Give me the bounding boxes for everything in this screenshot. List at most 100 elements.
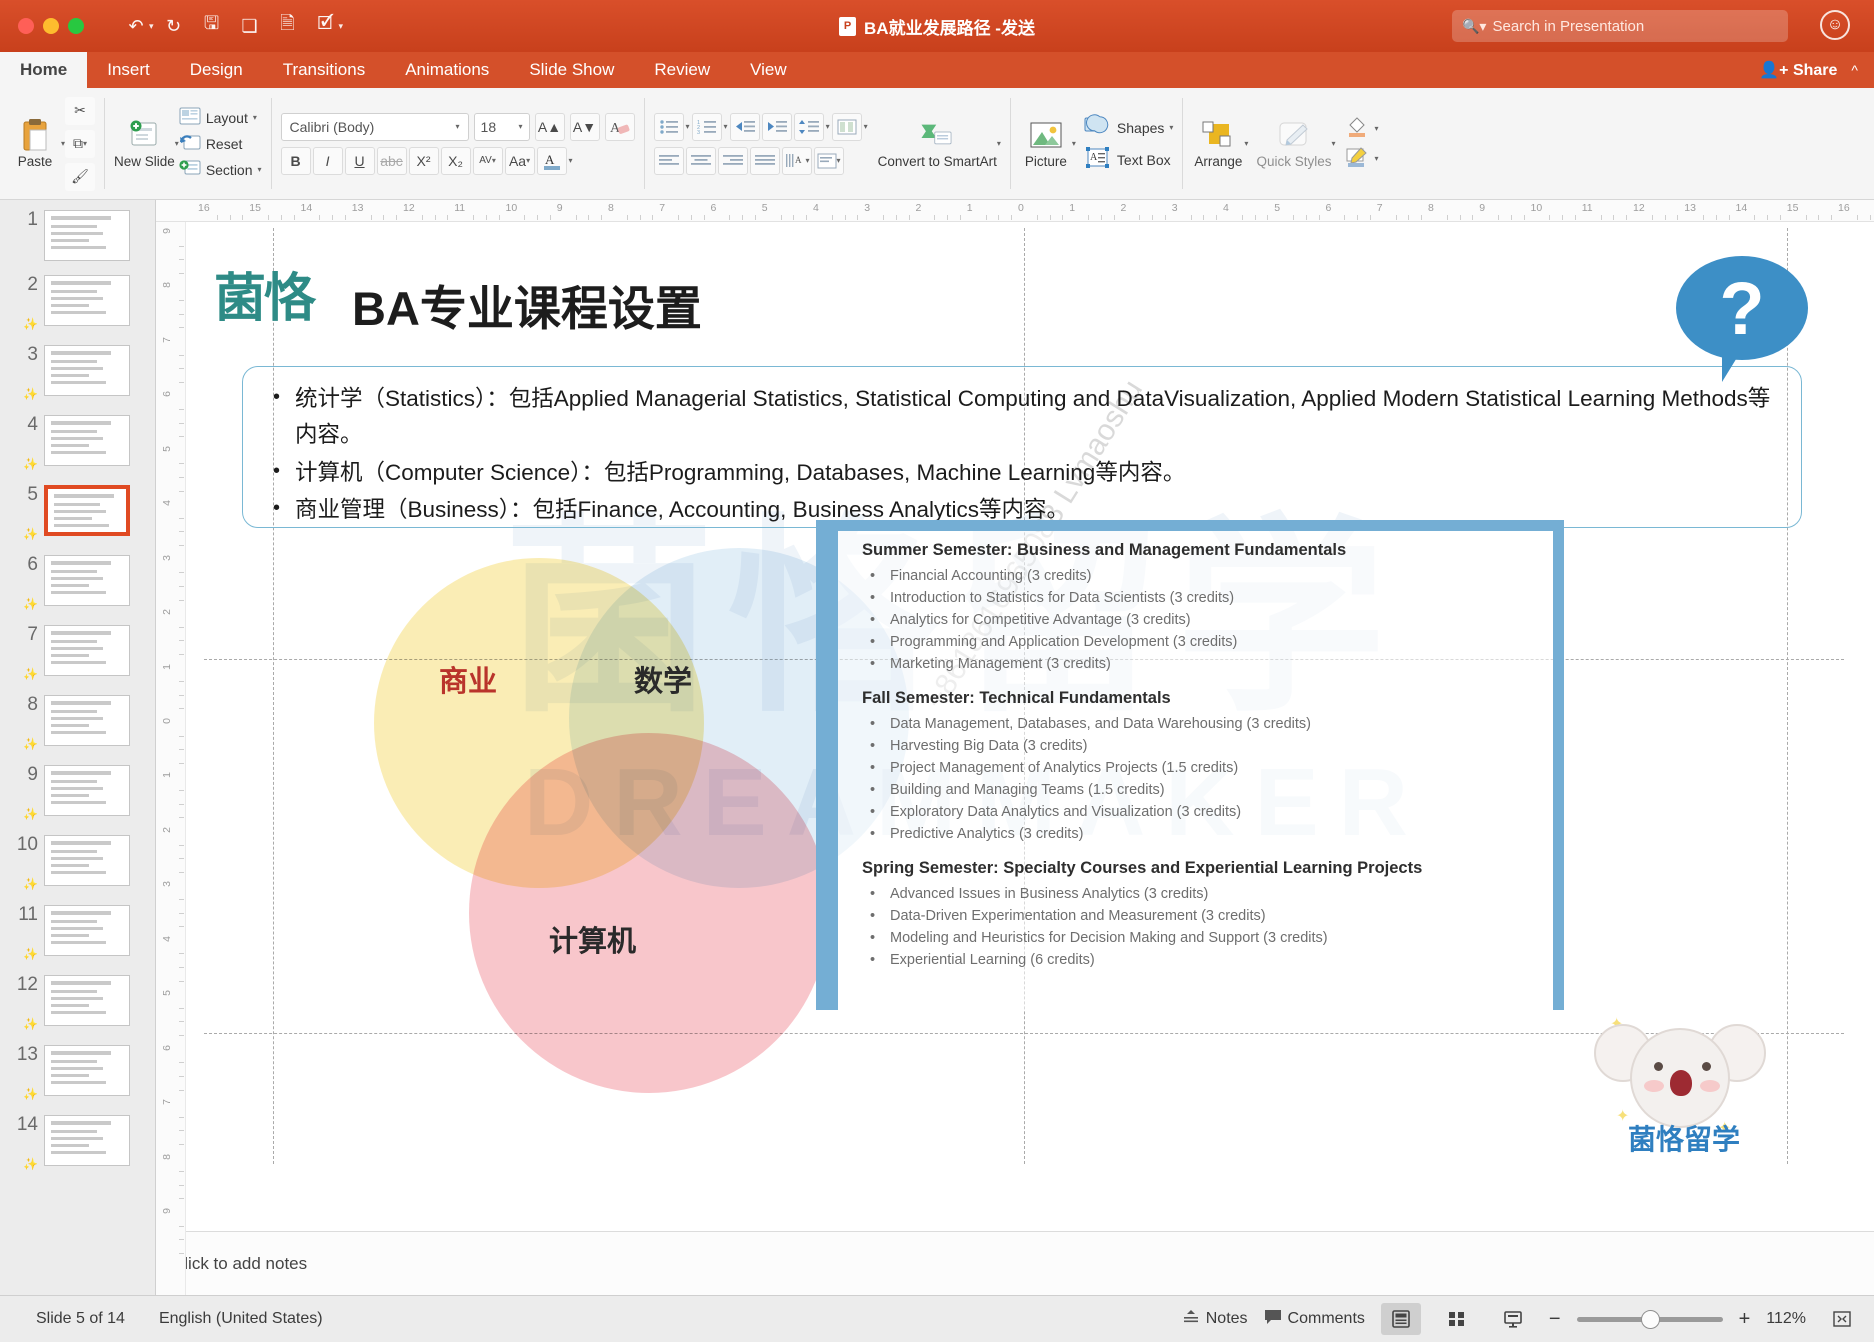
bold-button[interactable]: B (280, 146, 311, 175)
tab-home[interactable]: Home (0, 52, 88, 88)
change-case-button[interactable]: Aa ▾ (504, 146, 535, 175)
thumbnail-preview[interactable] (44, 210, 130, 261)
convert-to-smartart-button[interactable]: Convert to SmartArt (878, 92, 997, 195)
shapes-caret[interactable]: ▾ (1169, 123, 1173, 132)
new-slide-button[interactable]: New Slide (114, 92, 175, 195)
shapes-button[interactable]: Shapes ▾ (1084, 114, 1173, 141)
animation-star-icon[interactable]: ✨ (8, 947, 38, 961)
numbering-caret[interactable]: ▾ (724, 122, 728, 131)
superscript-button[interactable]: X² (408, 146, 439, 175)
smartart-caret[interactable]: ▾ (997, 139, 1001, 148)
thumbnail-preview[interactable] (44, 975, 130, 1026)
slide-sorter-icon[interactable] (1437, 1303, 1477, 1335)
thumbnail-item-8[interactable]: 8 ✨ (0, 695, 155, 765)
zoom-level[interactable]: 112% (1766, 1310, 1806, 1328)
slide-number-status[interactable]: Slide 5 of 14 (36, 1310, 125, 1328)
zoom-slider-knob[interactable] (1640, 1309, 1660, 1329)
page-title[interactable]: BA专业课程设置 (352, 270, 702, 339)
arrange-caret[interactable]: ▾ (1244, 139, 1248, 148)
zoom-in-button[interactable]: + (1739, 1308, 1751, 1331)
section-button[interactable]: Section ▾ (179, 159, 262, 180)
reset-button[interactable]: Reset (179, 133, 262, 154)
redo-icon[interactable]: ↻ (156, 9, 192, 43)
justify-icon[interactable] (749, 146, 780, 175)
thumbnail-item-3[interactable]: 3 ✨ (0, 345, 155, 415)
character-spacing-button[interactable]: AV ▾ (472, 146, 503, 175)
thumbnail-preview[interactable] (44, 1045, 130, 1096)
tab-animations[interactable]: Animations (385, 52, 509, 88)
tab-slide-show[interactable]: Slide Show (509, 52, 634, 88)
underline-button[interactable]: U (344, 146, 375, 175)
fit-to-window-icon[interactable] (1822, 1303, 1862, 1335)
thumbnail-item-2[interactable]: 2 ✨ (0, 275, 155, 345)
canvas-area[interactable]: 菌恪留学 DREAMMAKER +8618616965088 Lvmaoshu … (156, 222, 1874, 1231)
shape-outline-caret[interactable]: ▾ (1374, 154, 1378, 163)
thumbnail-preview[interactable] (44, 485, 130, 536)
layout-button[interactable]: Layout ▾ (179, 107, 262, 128)
tab-design[interactable]: Design (170, 52, 263, 88)
layout-caret[interactable]: ▾ (253, 113, 257, 122)
new-slide-icon[interactable]: ❏ (232, 9, 268, 43)
animation-star-icon[interactable]: ✨ (8, 737, 38, 751)
thumbnail-preview[interactable] (44, 345, 130, 396)
thumbnail-preview[interactable] (44, 555, 130, 606)
thumbnail-item-11[interactable]: 11 ✨ (0, 905, 155, 975)
share-group[interactable]: 👤+ Share ^ (1759, 52, 1858, 88)
subscript-button[interactable]: X₂ (440, 146, 471, 175)
bullets-icon[interactable] (653, 112, 684, 141)
section-caret[interactable]: ▾ (258, 165, 262, 174)
tab-review[interactable]: Review (634, 52, 730, 88)
thumbnail-preview[interactable] (44, 905, 130, 956)
bullet-text-box[interactable]: • 统计学（Statistics）：包括Applied Managerial St… (242, 366, 1802, 528)
shape-fill-caret[interactable]: ▾ (1374, 124, 1378, 133)
status-right[interactable]: Notes Comments − + 112% (1182, 1303, 1862, 1335)
chevron-down-icon[interactable]: ▾ (456, 122, 460, 131)
shrink-font-button[interactable]: A▼ (569, 112, 600, 141)
thumbnail-preview[interactable] (44, 625, 130, 676)
animation-star-icon[interactable]: ✨ (8, 457, 38, 471)
thumbnail-item-1[interactable]: 1 (0, 210, 155, 275)
bullets-caret[interactable]: ▾ (686, 122, 690, 131)
grow-font-button[interactable]: A▲ (534, 112, 565, 141)
zoom-out-button[interactable]: − (1549, 1308, 1561, 1331)
columns-icon[interactable] (831, 112, 862, 141)
strikethrough-button[interactable]: abc (376, 146, 407, 175)
animation-star-icon[interactable]: ✨ (8, 1017, 38, 1031)
overflow-caret[interactable]: ▾ (339, 21, 344, 32)
zoom-slider[interactable] (1576, 1309, 1723, 1329)
paste-button[interactable]: Paste (9, 92, 61, 195)
tab-insert[interactable]: Insert (87, 52, 170, 88)
slide-editor[interactable]: 16 15 14 13 12 11 10 9 8 7 6 5 4 3 2 1 0 1 2 3 4 5 6 7 8 9 10 11 12 1… (156, 200, 1874, 1295)
thumbnail-item-14[interactable]: 14 ✨ (0, 1115, 155, 1185)
notes-pane[interactable]: Click to add notes (156, 1231, 1874, 1295)
course-list-panel[interactable]: Summer Semester: Business and Management… (816, 520, 1564, 1010)
thumbnail-preview[interactable] (44, 275, 130, 326)
font-family-select[interactable]: Calibri (Body) ▾ (280, 112, 469, 141)
maximize-button[interactable] (68, 18, 84, 34)
tab-view[interactable]: View (730, 52, 807, 88)
font-color-button[interactable]: A (536, 146, 567, 175)
thumbnail-item-9[interactable]: 9 ✨ (0, 765, 155, 835)
quick-styles-caret[interactable]: ▾ (1331, 139, 1335, 148)
quick-access-toolbar[interactable]: ↶ ▾ ↻ 🖫 ❏ 🗎 🗹 ▾ (118, 9, 343, 43)
ribbon-tabs[interactable]: Home Insert Design Transitions Animation… (0, 52, 1874, 88)
picture-button[interactable]: Picture (1020, 92, 1072, 195)
share-button[interactable]: 👤+ Share (1759, 60, 1837, 80)
search-input[interactable]: 🔍▾ Search in Presentation (1452, 10, 1788, 42)
language-status[interactable]: English (United States) (159, 1310, 323, 1328)
animation-star-icon[interactable]: ✨ (8, 1087, 38, 1101)
duplicate-icon[interactable]: 🗎 (270, 9, 306, 43)
animation-star-icon[interactable]: ✨ (8, 597, 38, 611)
decrease-indent-icon[interactable] (729, 112, 760, 141)
animation-star-icon[interactable]: ✨ (8, 527, 38, 541)
animation-star-icon[interactable]: ✨ (8, 877, 38, 891)
reading-view-icon[interactable] (1493, 1303, 1533, 1335)
animation-star-icon[interactable]: ✨ (8, 387, 38, 401)
animation-star-icon[interactable]: ✨ (8, 807, 38, 821)
thumbnail-item-6[interactable]: 6 ✨ (0, 555, 155, 625)
font-size-select[interactable]: 18 ▾ (473, 112, 530, 141)
slide-thumbnail-pane[interactable]: 1 2 ✨ 3 ✨ 4 ✨ 5 ✨ 6 ✨ 7 ✨ 8 ✨ 9 ✨ 10 ✨ 11 ✨ 12 ✨ 13 ✨ 14 ✨ (0, 200, 156, 1295)
thumbnail-item-12[interactable]: 12 ✨ (0, 975, 155, 1045)
close-button[interactable] (18, 18, 34, 34)
align-right-icon[interactable] (717, 146, 748, 175)
